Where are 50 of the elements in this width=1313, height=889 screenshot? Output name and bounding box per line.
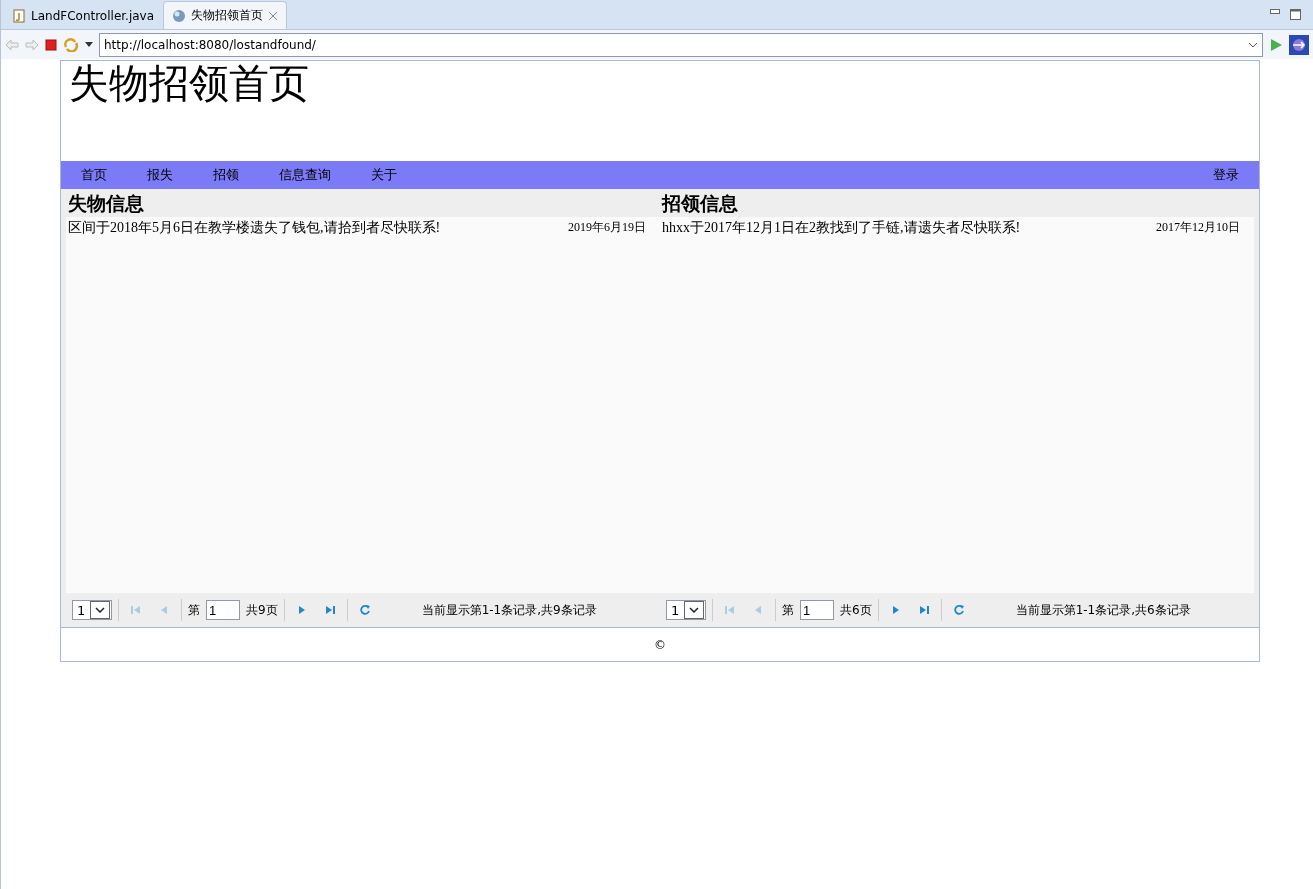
total-pages: 共9页 xyxy=(246,601,278,619)
last-page-icon xyxy=(323,604,336,616)
minimize-icon[interactable] xyxy=(1270,9,1280,15)
last-page-icon xyxy=(917,604,930,616)
globe-icon xyxy=(172,8,187,23)
record-summary: 当前显示第1-1条记录,共6条记录 xyxy=(1015,601,1191,619)
back-arrow-icon[interactable] xyxy=(5,38,19,51)
reload-icon xyxy=(358,604,371,616)
login-link[interactable]: 登录 xyxy=(1193,166,1259,184)
arrow-app-icon[interactable] xyxy=(1289,34,1309,55)
section-title: 招领信息 xyxy=(660,192,739,216)
editor-tab[interactable]: LandFController.java xyxy=(3,1,164,29)
first-page-icon xyxy=(130,604,142,616)
chevron-down-icon xyxy=(689,607,699,613)
close-icon[interactable] xyxy=(268,10,279,21)
stop-icon[interactable] xyxy=(45,38,57,51)
record-summary: 当前显示第1-1条记录,共9条记录 xyxy=(421,601,597,619)
notice-text[interactable]: 区间于2018年5月6日在教学楼遗失了钱包,请拾到者尽快联系! xyxy=(68,219,441,237)
section-title: 失物信息 xyxy=(67,192,145,216)
java-file-icon xyxy=(12,8,26,23)
chevron-down-icon[interactable] xyxy=(1248,41,1258,48)
page-number-field[interactable]: 1 xyxy=(206,600,240,620)
forward-arrow-icon[interactable] xyxy=(25,38,39,51)
notice-text[interactable]: hhxx于2017年12月1日在2教找到了手链,请遗失者尽快联系! xyxy=(662,219,1021,237)
total-pages: 共6页 xyxy=(840,601,872,619)
nav-link[interactable]: 信息查询 xyxy=(267,166,343,184)
nav-link[interactable]: 招领 xyxy=(201,166,251,184)
page-label: 第 xyxy=(188,601,200,619)
chevron-down-icon xyxy=(95,607,105,613)
nav-link[interactable]: 关于 xyxy=(359,166,409,184)
maximize-icon[interactable] xyxy=(1290,9,1301,20)
tab-label: 失物招领首页 xyxy=(191,7,264,24)
refresh-icon[interactable] xyxy=(63,37,79,52)
page-label: 第 xyxy=(782,601,794,619)
page-title: 失物招领首页 xyxy=(68,61,310,108)
page-size-select[interactable]: 1 xyxy=(72,600,112,620)
copyright-text: © xyxy=(654,637,666,652)
page-size-select[interactable]: 1 xyxy=(666,600,706,620)
editor-tab[interactable]: 失物招领首页 xyxy=(163,1,288,29)
play-icon[interactable] xyxy=(1269,37,1283,52)
first-page-icon xyxy=(724,604,736,616)
tab-label: LandFController.java xyxy=(31,8,155,23)
url-field[interactable]: http://localhost:8080/lostandfound/ xyxy=(99,32,1263,57)
dropdown-caret-icon[interactable] xyxy=(85,41,93,48)
nav-link[interactable]: 报失 xyxy=(135,166,185,184)
page-number-field[interactable]: 1 xyxy=(800,600,834,620)
reload-icon xyxy=(952,604,965,616)
nav-link[interactable]: 首页 xyxy=(69,166,119,184)
notice-date: 2017年12月10日 xyxy=(1156,219,1240,236)
notice-date: 2019年6月19日 xyxy=(568,219,646,236)
